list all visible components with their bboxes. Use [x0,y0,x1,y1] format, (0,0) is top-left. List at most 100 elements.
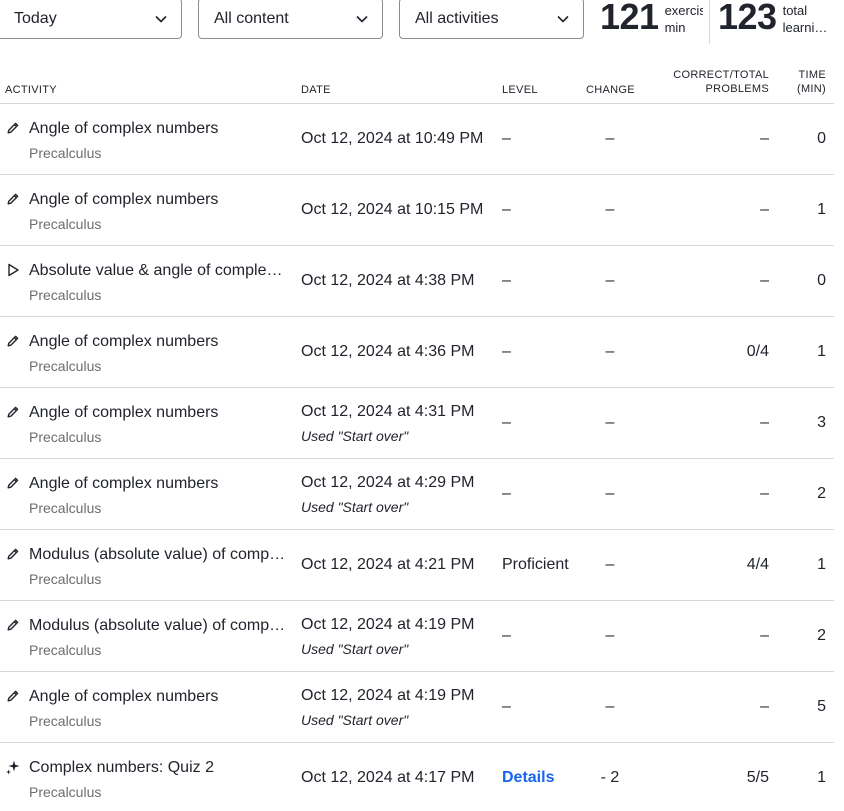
table-row: Angle of complex numbers Precalculus Oct 1… [0,175,834,246]
column-header-level: LEVEL [502,84,538,96]
filter-bar: Today All content All activities 121 exe… [0,0,844,44]
column-header-correct-total: CORRECT/TOTAL PROBLEMS [639,68,769,96]
activity-table-body: Angle of complex numbers Precalculus Oct 1… [0,104,834,811]
activity-title-link[interactable]: Modulus (absolute value) of complex numb… [29,545,287,565]
table-row: Angle of complex numbers Precalculus Oct 1… [0,672,834,743]
activity-title-link[interactable]: Complex numbers: Quiz 2 [29,758,287,778]
table-row: Angle of complex numbers Precalculus Oct 1… [0,388,834,459]
exercise-minutes-unit: exercise min [664,3,703,35]
time-minutes: 2 [817,485,826,502]
details-link[interactable]: Details [502,768,554,788]
activity-filter-select[interactable]: All activities [399,0,584,39]
correct-total-problems: – [760,414,769,431]
pencil-icon [7,619,19,631]
date-filter-value: Today [14,9,57,27]
total-minutes-value: 123 [718,0,777,37]
time-minutes: 0 [817,272,826,289]
course-name: Precalculus [29,571,102,587]
activity-date: Oct 12, 2024 at 4:29 PM [301,474,475,491]
activity-date: Oct 12, 2024 at 10:15 PM [301,201,484,218]
level-change: – [605,201,615,218]
table-row: Angle of complex numbers Precalculus Oct 1… [0,459,834,530]
time-minutes: 1 [817,769,826,786]
activity-date: Oct 12, 2024 at 4:19 PM [301,687,475,704]
activity-note: Used "Start over" [301,641,409,657]
chevron-down-icon [155,15,167,23]
correct-total-problems: – [760,201,769,218]
correct-total-problems: – [760,698,769,715]
level-change: – [605,414,615,431]
content-filter-value: All content [214,9,289,27]
level-change: – [605,272,615,289]
table-row: Angle of complex numbers Precalculus Oct 1… [0,104,834,175]
chevron-down-icon [557,15,569,23]
activity-title-link[interactable]: Angle of complex numbers [29,119,287,139]
mastery-level: – [502,485,511,502]
table-row: Modulus (absolute value) of complex numb… [0,530,834,601]
time-minutes: 3 [817,414,826,431]
mastery-level: – [502,130,511,147]
level-change: – [605,343,615,360]
course-name: Precalculus [29,216,102,232]
activity-date: Oct 12, 2024 at 10:49 PM [301,130,484,147]
activity-date: Oct 12, 2024 at 4:19 PM [301,616,475,633]
activity-title-link[interactable]: Angle of complex numbers [29,190,287,210]
mastery-level: – [502,627,511,644]
column-header-time-line1: TIME [798,69,826,81]
correct-total-problems: 5/5 [746,769,769,786]
pencil-icon [7,548,19,560]
mastery-level: – [502,698,511,715]
mastery-level: Proficient [502,556,569,573]
time-minutes: 2 [817,627,826,644]
course-name: Precalculus [29,145,102,161]
level-change: – [605,556,615,573]
time-minutes: 1 [817,201,826,218]
course-name: Precalculus [29,784,102,800]
activity-title-link[interactable]: Angle of complex numbers [29,332,287,352]
chevron-down-icon [356,15,368,23]
exercise-minutes-stat: 121 exercise min [600,0,705,38]
mastery-level: – [502,272,511,289]
course-name: Precalculus [29,713,102,729]
column-header-time-line2: (MIN) [797,83,826,95]
activity-date: Oct 12, 2024 at 4:36 PM [301,343,475,360]
column-header-date: DATE [301,84,331,96]
activity-note: Used "Start over" [301,499,409,515]
activity-date: Oct 12, 2024 at 4:21 PM [301,556,475,573]
level-change: - 2 [600,769,620,786]
total-minutes-unit: total learni… [782,3,828,35]
exercise-minutes-value: 121 [600,0,659,37]
level-change: – [605,698,615,715]
correct-total-problems: – [760,485,769,502]
content-filter-select[interactable]: All content [198,0,383,39]
activity-note: Used "Start over" [301,428,409,444]
activity-title-link[interactable]: Absolute value & angle of complex number… [29,261,287,281]
column-header-correct-total-line1: CORRECT/TOTAL [673,69,769,81]
column-header-change: CHANGE [586,84,635,96]
time-minutes: 1 [817,556,826,573]
activity-title-link[interactable]: Angle of complex numbers [29,687,287,707]
time-minutes: 1 [817,343,826,360]
activity-title-link[interactable]: Modulus (absolute value) of complex numb… [29,616,287,636]
course-name: Precalculus [29,287,102,303]
course-name: Precalculus [29,642,102,658]
correct-total-problems: – [760,272,769,289]
stat-divider [709,0,710,44]
activity-title-link[interactable]: Angle of complex numbers [29,474,287,494]
activity-note: Used "Start over" [301,712,409,728]
date-filter-select[interactable]: Today [0,0,182,39]
correct-total-problems: – [760,130,769,147]
play-icon [8,263,19,277]
correct-total-problems: 4/4 [746,556,769,573]
activity-title-link[interactable]: Angle of complex numbers [29,403,287,423]
table-header: ACTIVITY DATE LEVEL CHANGE CORRECT/TOTAL… [0,62,834,104]
correct-total-problems: – [760,627,769,644]
course-name: Precalculus [29,358,102,374]
time-minutes: 5 [817,698,826,715]
table-row: Modulus (absolute value) of complex numb… [0,601,834,672]
level-change: – [605,130,615,147]
mastery-level: – [502,201,511,218]
pencil-icon [7,193,19,205]
mastery-level: – [502,414,511,431]
course-name: Precalculus [29,429,102,445]
